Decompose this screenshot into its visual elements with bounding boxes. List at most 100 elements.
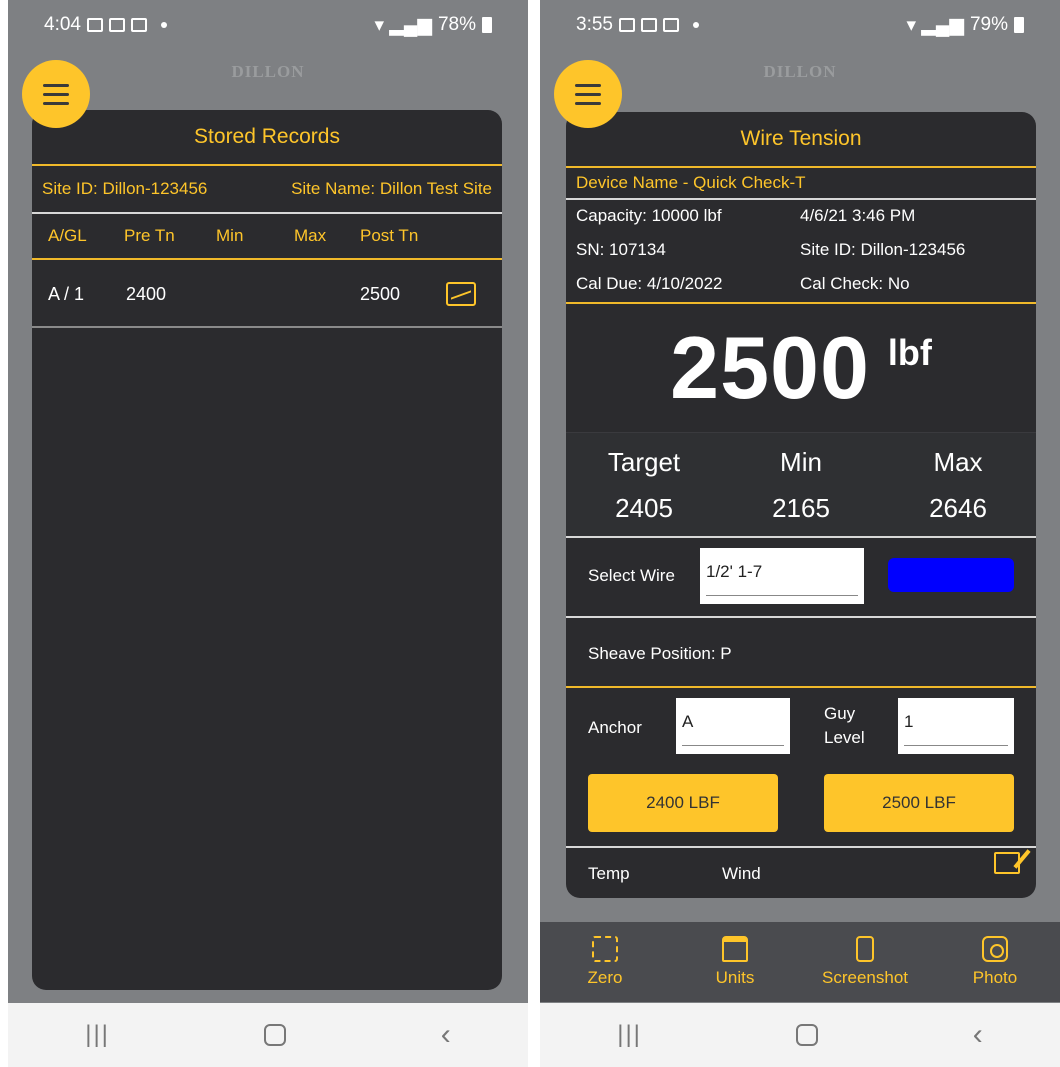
photo-label: Photo bbox=[972, 968, 1018, 987]
page-title: Stored Records bbox=[32, 110, 502, 166]
page-title: Wire Tension bbox=[566, 112, 1036, 168]
sheave-position: Sheave Position: P bbox=[588, 644, 732, 663]
wire-color-swatch[interactable] bbox=[888, 558, 1014, 592]
sheave-position-row: Sheave Position: P bbox=[566, 618, 1036, 688]
home-icon[interactable] bbox=[264, 1024, 287, 1046]
tension-buttons: 2400 LBF 2500 LBF bbox=[566, 768, 1036, 846]
cell-agl: A / 1 bbox=[48, 284, 85, 304]
anchor-label: Anchor bbox=[588, 718, 642, 737]
recent-apps-icon[interactable]: ||| bbox=[617, 1021, 642, 1049]
reading-value: 2500 bbox=[670, 318, 870, 417]
site-id: Site ID: Dillon-123456 bbox=[800, 240, 966, 259]
select-wire-label: Select Wire bbox=[588, 566, 675, 585]
message-icon bbox=[108, 18, 125, 32]
signal-icon: ▾ ▂▄▆ bbox=[906, 14, 964, 36]
pre-tension-button[interactable]: 2400 LBF bbox=[588, 774, 778, 832]
select-wire-row: Select Wire 1/2' 1-7 bbox=[566, 538, 1036, 618]
status-bar: 3:55 ▾ ▂▄▆ 79% bbox=[540, 0, 1060, 50]
cell-pre-tn: 2400 bbox=[126, 284, 167, 304]
stored-records-card: Stored Records Site ID: Dillon-123456 Si… bbox=[32, 110, 502, 990]
post-tension-button[interactable]: 2500 LBF bbox=[824, 774, 1014, 832]
menu-icon bbox=[575, 83, 601, 87]
target-value: 2405 bbox=[615, 493, 673, 523]
menu-button[interactable] bbox=[554, 60, 622, 128]
device-info: Capacity: 10000 lbf 4/6/21 3:46 PM SN: 1… bbox=[566, 200, 1036, 304]
datetime: 4/6/21 3:46 PM bbox=[800, 206, 916, 225]
site-name: Site Name: Dillon Test Site bbox=[291, 179, 492, 198]
column-post-tn: Post Tn bbox=[360, 226, 419, 245]
image-icon[interactable] bbox=[446, 282, 476, 306]
tension-reading: 2500 lbf bbox=[566, 304, 1036, 432]
wind-label: Wind bbox=[722, 864, 761, 883]
photo-button[interactable]: Photo bbox=[935, 936, 1055, 988]
table-header: A/GL Pre Tn Min Max Post Tn bbox=[32, 214, 502, 260]
serial-number: SN: 107134 bbox=[576, 240, 666, 259]
weight-icon bbox=[722, 936, 748, 962]
capacity: Capacity: 10000 lbf bbox=[576, 206, 722, 225]
target-label: Target bbox=[607, 447, 681, 477]
column-min: Min bbox=[216, 226, 244, 245]
anchor-value: A bbox=[682, 712, 694, 731]
max-label: Max bbox=[933, 447, 983, 477]
column-pre-tn: Pre Tn bbox=[124, 226, 175, 245]
anchor-guy-row: Anchor A Guy Level 1 bbox=[566, 688, 1036, 768]
temp-label: Temp bbox=[588, 864, 630, 883]
site-id: Site ID: Dillon-123456 bbox=[42, 179, 208, 198]
home-icon[interactable] bbox=[796, 1024, 819, 1046]
guy-level-input[interactable]: 1 bbox=[898, 698, 1014, 754]
status-bar: 4:04 ▾ ▂▄▆ 78% bbox=[8, 0, 528, 50]
select-wire-input[interactable]: 1/2' 1-7 bbox=[700, 548, 864, 604]
min-value: 2165 bbox=[772, 493, 830, 523]
reading-unit: lbf bbox=[887, 332, 932, 373]
battery-icon bbox=[482, 17, 492, 33]
back-icon[interactable]: ‹ bbox=[441, 1018, 451, 1052]
column-agl: A/GL bbox=[48, 226, 87, 245]
anchor-input[interactable]: A bbox=[676, 698, 790, 754]
guy-label: Guy bbox=[824, 704, 856, 723]
android-nav-bar: ||| ‹ bbox=[8, 1003, 528, 1067]
menu-button[interactable] bbox=[22, 60, 90, 128]
edit-icon[interactable] bbox=[994, 852, 1020, 874]
column-max: Max bbox=[294, 226, 327, 245]
menu-icon bbox=[43, 83, 69, 87]
status-time: 3:55 bbox=[576, 14, 613, 35]
phone-left-screen: 4:04 ▾ ▂▄▆ 78% DILLON Stored Records Sit… bbox=[8, 0, 528, 1067]
temp-wind-row: Temp Wind bbox=[566, 846, 1036, 886]
screenshot-button[interactable]: Screenshot bbox=[805, 936, 925, 988]
android-nav-bar: ||| ‹ bbox=[540, 1003, 1060, 1067]
calendar-icon bbox=[130, 18, 147, 32]
site-info-row: Site ID: Dillon-123456 Site Name: Dillon… bbox=[32, 166, 502, 214]
signal-icon: ▾ ▂▄▆ bbox=[374, 14, 432, 36]
screenshot-label: Screenshot bbox=[822, 968, 908, 987]
zero-button[interactable]: Zero bbox=[545, 936, 665, 988]
battery-percent: 78% bbox=[437, 14, 476, 35]
table-row[interactable]: A / 1 2400 2500 bbox=[32, 260, 502, 328]
level-label: Level bbox=[824, 728, 865, 747]
message-icon bbox=[86, 18, 103, 32]
guy-level-value: 1 bbox=[904, 712, 914, 731]
target-min-max: Target Min Max 2405 2165 2646 bbox=[566, 432, 1036, 538]
bottom-toolbar: Zero Units Screenshot Photo bbox=[540, 922, 1060, 1002]
message-icon bbox=[662, 18, 679, 32]
wire-tension-card: Wire Tension Device Name - Quick Check-T… bbox=[566, 112, 1036, 898]
zero-icon bbox=[592, 936, 618, 962]
recent-apps-icon[interactable]: ||| bbox=[85, 1021, 110, 1049]
notification-dot-icon bbox=[160, 22, 167, 28]
device-name: Device Name - Quick Check-T bbox=[566, 168, 1036, 200]
status-time: 4:04 bbox=[44, 14, 81, 35]
max-value: 2646 bbox=[929, 493, 987, 523]
message-icon bbox=[618, 18, 635, 32]
units-button[interactable]: Units bbox=[675, 936, 795, 988]
back-icon[interactable]: ‹ bbox=[973, 1018, 983, 1052]
battery-icon bbox=[1014, 17, 1024, 33]
cal-due: Cal Due: 4/10/2022 bbox=[576, 274, 723, 293]
units-label: Units bbox=[715, 968, 755, 987]
min-label: Min bbox=[780, 447, 822, 477]
phone-icon bbox=[856, 936, 874, 962]
cal-check: Cal Check: No bbox=[800, 274, 910, 293]
camera-icon bbox=[982, 936, 1008, 962]
notification-dot-icon bbox=[692, 22, 699, 28]
cell-post-tn: 2500 bbox=[360, 284, 401, 304]
zero-label: Zero bbox=[587, 968, 623, 987]
calendar-icon bbox=[640, 18, 657, 32]
